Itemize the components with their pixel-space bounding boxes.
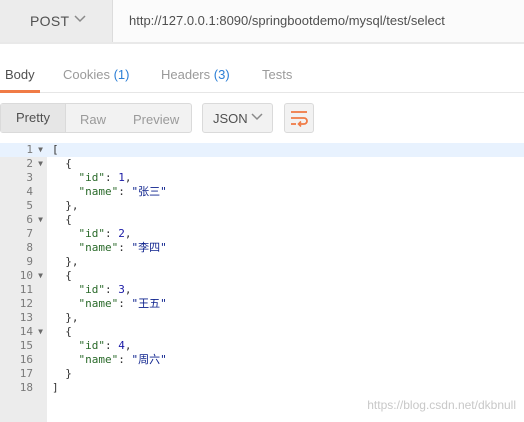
divider [0,42,524,44]
response-tabs: Body Cookies (1) Headers (3) Tests [0,56,524,93]
chevron-down-icon [74,15,86,23]
tab-headers-label: Headers [161,67,211,82]
line-number: 8 [26,241,33,254]
code-line: "name": "王五" [78,297,167,310]
wrap-lines-button[interactable] [284,103,314,133]
line-number: 13 [19,311,33,324]
code-line: }, [65,255,79,268]
url-field[interactable]: http://127.0.0.1:8090/springbootdemo/mys… [113,0,524,42]
line-number: 16 [19,353,33,366]
line-number: 14 ▼ [19,325,43,339]
method-dropdown[interactable]: POST [0,0,113,42]
preview-button[interactable]: Preview [133,112,179,127]
code-line: }, [65,199,79,212]
code-line: "id": 1, [78,171,132,184]
tab-body[interactable]: Body [5,67,35,82]
line-number: 7 [26,227,33,240]
format-label: JSON [213,111,248,126]
fold-arrow-icon[interactable]: ▼ [38,213,43,227]
code-line: } [65,367,72,380]
code-line: }, [65,311,79,324]
active-tab-indicator [0,90,40,93]
line-number: 15 [19,339,33,352]
line-number: 6 ▼ [26,213,43,227]
tab-tests-label: Tests [262,67,293,82]
request-bar: POST http://127.0.0.1:8090/springbootdem… [0,0,524,44]
code-line: "name": "周六" [78,353,167,366]
wrap-lines-icon [291,111,308,127]
line-number: 1 ▼ [26,143,43,157]
method-label: POST [30,13,70,29]
format-dropdown[interactable]: JSON [202,103,273,133]
code-line: ] [52,381,59,394]
fold-arrow-icon[interactable]: ▼ [38,325,43,339]
view-mode-toggle: Pretty Raw Preview [0,103,192,133]
code-line: { [65,157,72,170]
line-number: 18 [19,381,33,394]
tab-body-label: Body [5,67,35,82]
code-line: { [65,269,72,282]
raw-button[interactable]: Raw [80,112,106,127]
tab-tests[interactable]: Tests [262,67,292,82]
code-line: "id": 4, [78,339,132,352]
line-number: 17 [19,367,33,380]
fold-arrow-icon[interactable]: ▼ [38,143,43,157]
tab-headers[interactable]: Headers (3) [161,67,230,82]
tab-cookies[interactable]: Cookies (1) [63,67,129,82]
pretty-button[interactable]: Pretty [1,104,66,132]
code-line: { [65,213,72,226]
active-line-highlight [0,143,524,157]
code-line: "id": 2, [78,227,132,240]
chevron-down-icon [251,113,263,121]
watermark: https://blog.csdn.net/dkbnull [367,398,516,412]
code-line: { [65,325,72,338]
line-number: 4 [26,185,33,198]
view-toolbar: Pretty Raw Preview JSON [0,102,524,134]
response-body-viewer[interactable]: 1 ▼ 2 ▼ 3 4 5 6 ▼ 7 8 9 10 ▼ 11 12 13 14 ▼ 15… [0,143,524,422]
fold-arrow-icon[interactable]: ▼ [38,157,43,171]
tab-cookies-label: Cookies [63,67,110,82]
fold-arrow-icon[interactable]: ▼ [38,269,43,283]
code-line: [ [52,143,59,156]
tab-cookies-count: (1) [113,67,130,82]
line-number: 9 [26,255,33,268]
code-line: "name": "李四" [78,241,167,254]
line-number: 5 [26,199,33,212]
line-number: 10 ▼ [19,269,43,283]
tab-headers-count: (3) [213,67,230,82]
code-line: "name": "张三" [78,185,167,198]
line-number: 3 [26,171,33,184]
url-text[interactable]: http://127.0.0.1:8090/springbootdemo/mys… [129,13,445,28]
line-number: 2 ▼ [26,157,43,171]
line-number: 12 [19,297,33,310]
code-line: "id": 3, [78,283,132,296]
line-number: 11 [19,283,33,296]
